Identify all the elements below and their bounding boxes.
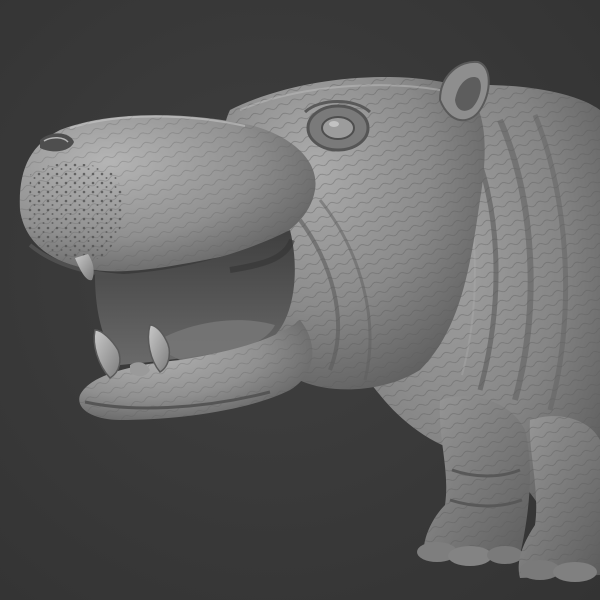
hippo-illustration: [19, 60, 600, 582]
hippo-front-leg-right: [518, 416, 600, 582]
hippo-sculpt-render: [0, 0, 600, 600]
